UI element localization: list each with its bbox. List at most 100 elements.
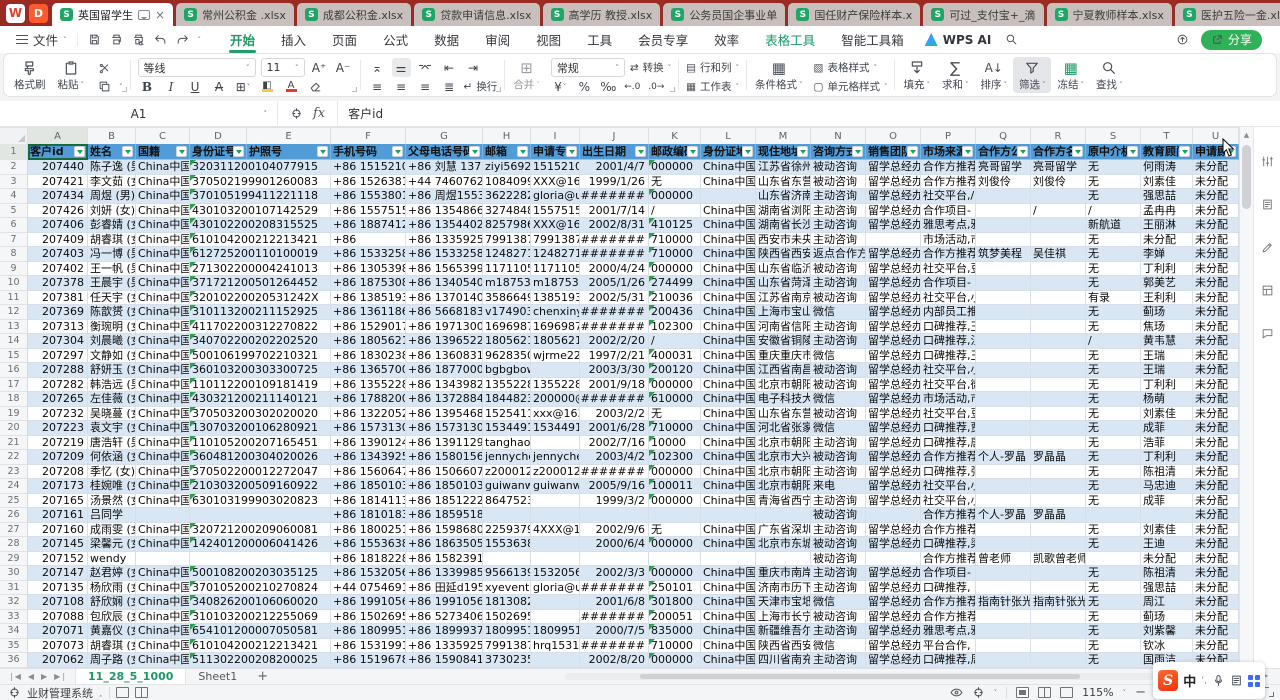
panel-toggle-icon[interactable] [1261, 155, 1274, 168]
cell-Q12[interactable] [976, 305, 1031, 320]
cell-A23[interactable]: 207208 [28, 465, 88, 480]
cell-U4[interactable]: 未分配 [1193, 189, 1239, 204]
row-number[interactable]: 8 [0, 247, 28, 262]
cell-L27[interactable]: China中国 [701, 523, 756, 538]
underline-button[interactable]: U [186, 77, 205, 96]
cell-J36[interactable]: 2002/8/20 [580, 653, 649, 668]
cell-R33[interactable] [1031, 610, 1086, 625]
cell-U3[interactable]: 未分配 [1193, 175, 1239, 190]
cell-G19[interactable]: +86 1395468251 [406, 407, 483, 422]
cut-icon[interactable] [95, 58, 114, 77]
cell-P15[interactable]: 口碑推荐,王 [921, 349, 976, 364]
cell-H31[interactable]: xyevents@ [483, 581, 531, 596]
cell-N7[interactable]: 主动咨询 [811, 233, 866, 248]
cell-N14[interactable]: 主动咨询 [811, 334, 866, 349]
cell-I12[interactable]: chenxinyur [531, 305, 580, 320]
cell-A12[interactable]: 207369 [28, 305, 88, 320]
cell-H7[interactable]: 799138782 [483, 233, 531, 248]
header-cell-J[interactable]: 出生日期 [580, 144, 649, 160]
cell-Q3[interactable]: 刘俊伶 [976, 175, 1031, 190]
decrease-indent-icon[interactable]: ⇤ [440, 58, 459, 77]
cell-B33[interactable]: 包欣辰 (女 [88, 610, 136, 625]
cell-J3[interactable]: 1999/1/26 [580, 175, 649, 190]
cell-B16[interactable]: 舒妍玉 (女 [88, 363, 136, 378]
cell-R34[interactable] [1031, 624, 1086, 639]
layout-panel-icon[interactable] [1261, 284, 1274, 297]
cell-N35[interactable]: 微信 [811, 639, 866, 654]
cell-N17[interactable]: 被动咨询 [811, 378, 866, 393]
cell-I8[interactable]: 124827175 [531, 247, 580, 262]
cell-D26[interactable] [190, 508, 331, 523]
cell-J17[interactable]: 2001/9/18 [580, 378, 649, 393]
cell-F21[interactable]: +86 13901242 [331, 436, 406, 451]
cell-K11[interactable]: 210036 [649, 291, 701, 306]
cell-B2[interactable]: 陈子逸 (男 [88, 160, 136, 175]
vertical-scrollbar[interactable]: ▲ [1239, 127, 1253, 668]
cell-M24[interactable]: 北京市朝阳 [756, 479, 811, 494]
cell-S8[interactable]: 无 [1086, 247, 1141, 262]
cell-R28[interactable] [1031, 537, 1086, 552]
print-icon[interactable] [110, 33, 123, 46]
header-cell-P[interactable]: 市场来源 [921, 144, 976, 160]
cell-S2[interactable]: 无 [1086, 160, 1141, 175]
cell-J15[interactable]: 1997/2/21 [580, 349, 649, 364]
cell-A7[interactable]: 207409 [28, 233, 88, 248]
cell-F11[interactable]: +86 13851932 [331, 291, 406, 306]
cell-B22[interactable]: 何依涵 (女 [88, 450, 136, 465]
cell-S25[interactable]: 无 [1086, 494, 1141, 509]
cell-R9[interactable] [1031, 262, 1086, 277]
cell-K15[interactable]: 400031 [649, 349, 701, 364]
align-top-icon[interactable]: ⌅ [368, 58, 387, 77]
cell-J4[interactable]: ######## [580, 189, 649, 204]
cell-A15[interactable]: 207297 [28, 349, 88, 364]
row-number[interactable]: 30 [0, 566, 28, 581]
cell-R23[interactable] [1031, 465, 1086, 480]
filter-dropdown-icon[interactable] [1179, 146, 1190, 157]
cell-B29[interactable]: wendy [88, 552, 136, 567]
conditional-format-button[interactable]: ▦ 条件格式˅ [749, 57, 809, 93]
cell-B30[interactable]: 赵君婷 (女 [88, 566, 136, 581]
row-number[interactable]: 2 [0, 160, 28, 175]
cell-T20[interactable]: 成菲 [1141, 421, 1193, 436]
cell-H6[interactable]: 825798695 [483, 218, 531, 233]
cell-H16[interactable]: bgbgbow@ [483, 363, 531, 378]
cell-L18[interactable]: China中国 [701, 392, 756, 407]
row-number[interactable]: 15 [0, 349, 28, 364]
note-icon[interactable] [135, 687, 148, 698]
cell-U30[interactable]: 未分配 [1193, 566, 1239, 581]
cell-S15[interactable]: 无 [1086, 349, 1141, 364]
cell-A36[interactable]: 207062 [28, 653, 88, 668]
cell-N29[interactable]: 被动咨询 [811, 552, 866, 567]
cell-R29[interactable]: 凯歌曾老师 [1031, 552, 1086, 567]
cell-N12[interactable]: 微信 [811, 305, 866, 320]
cell-Q17[interactable] [976, 378, 1031, 393]
cell-Q20[interactable] [976, 421, 1031, 436]
filter-dropdown-icon[interactable] [1127, 146, 1138, 157]
ime-toolbox-icon[interactable] [1248, 675, 1260, 687]
cell-R16[interactable] [1031, 363, 1086, 378]
sheet-tab-Sheet1[interactable]: Sheet1 [186, 669, 249, 685]
cell-J32[interactable]: 2001/6/8 [580, 595, 649, 610]
cell-I10[interactable]: m1875308 [531, 276, 580, 291]
quick-access-chevron-icon[interactable]: ˅ [198, 36, 202, 44]
cell-C9[interactable]: China中国 [136, 262, 190, 277]
cell-I28[interactable] [531, 537, 580, 552]
cell-O6[interactable]: 留学总经办 [866, 218, 921, 233]
cell-C14[interactable]: China中国 [136, 334, 190, 349]
italic-button[interactable]: I [162, 77, 181, 96]
cell-F30[interactable]: +86 15320563 [331, 566, 406, 581]
cell-P4[interactable]: 社交平台,/ [921, 189, 976, 204]
cell-N22[interactable]: 被动咨询 [811, 450, 866, 465]
filter-dropdown-icon[interactable] [962, 146, 973, 157]
cell-G36[interactable]: +86 1590841990 [406, 653, 483, 668]
cell-N30[interactable]: 主动咨询 [811, 566, 866, 581]
cell-R7[interactable] [1031, 233, 1086, 248]
cell-M10[interactable]: 山东省菏泽 [756, 276, 811, 291]
cell-K10[interactable]: 274499 [649, 276, 701, 291]
cell-C3[interactable]: China中国 [136, 175, 190, 190]
cell-D23[interactable]: 370502200012272047 [190, 465, 331, 480]
cell-A26[interactable]: 207161 [28, 508, 88, 523]
cell-S23[interactable]: 无 [1086, 465, 1141, 480]
decrease-font-icon[interactable]: A⁻ [334, 58, 353, 77]
cell-G17[interactable]: +86 1343982452 [406, 378, 483, 393]
